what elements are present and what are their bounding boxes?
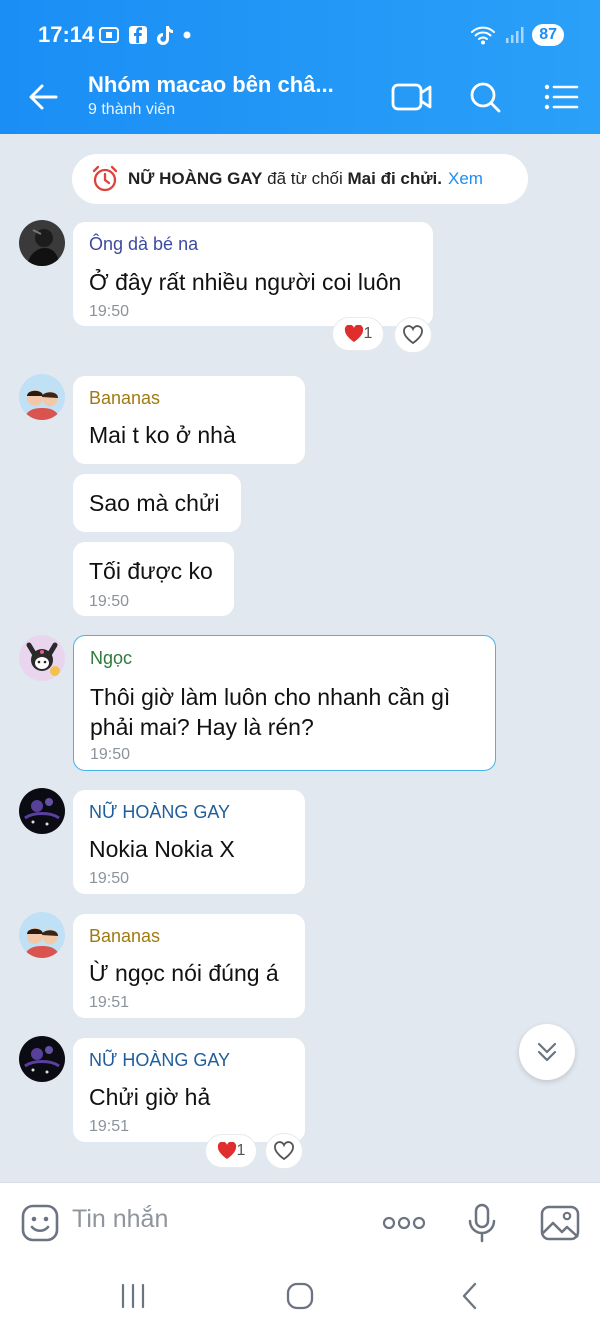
message-time: 19:51 xyxy=(89,994,130,1011)
recent-apps-button[interactable] xyxy=(113,1280,153,1312)
signal-icon xyxy=(506,27,524,43)
status-time: 17:14 xyxy=(38,22,95,47)
home-icon xyxy=(286,1282,314,1310)
sender-name: Bananas xyxy=(89,388,161,408)
message-bubble[interactable]: Tối được ko 19:50 xyxy=(73,542,234,616)
heart-outline-icon xyxy=(274,1141,294,1161)
message-text: Ừ ngọc nói đúng á xyxy=(89,960,279,986)
image-icon xyxy=(540,1205,580,1241)
message-bubble[interactable]: Bananas Ừ ngọc nói đúng á 19:51 xyxy=(73,914,305,1018)
search-icon xyxy=(470,82,501,113)
sender-name: Ngọc xyxy=(90,648,133,668)
image-button[interactable] xyxy=(538,1201,582,1245)
notice-target: Mai đi chửi. xyxy=(347,169,443,188)
avatar[interactable] xyxy=(19,912,65,958)
more-options-button[interactable] xyxy=(381,1201,427,1245)
dot-icon xyxy=(183,31,191,39)
back-arrow-icon xyxy=(29,84,58,110)
avatar[interactable] xyxy=(19,220,65,266)
message-bubble[interactable]: Bananas Mai t ko ở nhà xyxy=(73,376,305,464)
message-time: 19:50 xyxy=(89,593,130,610)
notice-text: đã từ chối xyxy=(267,169,343,188)
message-bubble[interactable]: Sao mà chửi xyxy=(73,474,241,532)
video-camera-icon xyxy=(391,83,432,111)
message-input-bar: Tin nhắn xyxy=(0,1182,600,1262)
message-text: Thôi giờ làm luôn cho nhanh cần gì xyxy=(90,684,451,710)
system-indicators: 87 xyxy=(470,22,564,48)
reaction-count: 1 xyxy=(236,1142,246,1159)
message-input[interactable]: Tin nhắn xyxy=(72,1205,168,1234)
message-text: Tối được ko xyxy=(89,558,213,584)
heart-reaction-icon xyxy=(217,1142,236,1159)
avatar[interactable] xyxy=(19,374,65,420)
react-button[interactable] xyxy=(395,318,431,352)
message-text: Chửi giờ hả xyxy=(89,1084,211,1110)
react-button[interactable] xyxy=(266,1134,302,1168)
avatar[interactable] xyxy=(19,635,65,681)
message-text: phải mai? Hay là rén? xyxy=(90,714,314,740)
chat-header: 17:14 87 Nhóm macao bên châ... 9 thành v… xyxy=(0,0,600,134)
message-text: Mai t ko ở nhà xyxy=(89,422,236,448)
search-button[interactable] xyxy=(464,78,506,116)
list-menu-icon xyxy=(544,84,579,110)
menu-button[interactable] xyxy=(540,78,582,116)
message-bubble[interactable]: NỮ HOÀNG GAY Nokia Nokia X 19:50 xyxy=(73,790,305,894)
notification-icons xyxy=(98,22,192,48)
sticker-button[interactable] xyxy=(18,1201,62,1245)
message-text: Sao mà chửi xyxy=(89,490,220,516)
message-time: 19:50 xyxy=(89,870,130,887)
message-text: Nokia Nokia X xyxy=(89,836,235,862)
video-call-button[interactable] xyxy=(391,78,433,116)
view-link[interactable]: Xem xyxy=(448,169,483,189)
reaction-badge[interactable]: 1 xyxy=(333,318,383,350)
facebook-icon xyxy=(129,26,147,44)
back-chevron-icon xyxy=(462,1282,477,1310)
microphone-icon xyxy=(468,1203,496,1243)
sender-name: Ông dà bé na xyxy=(89,234,199,254)
battery-level: 87 xyxy=(532,24,564,46)
system-nav-bar xyxy=(0,1262,600,1333)
voice-button[interactable] xyxy=(460,1201,504,1245)
chat-title[interactable]: Nhóm macao bên châ... xyxy=(88,72,334,98)
message-bubble[interactable]: Ông dà bé na Ở đây rất nhiều người coi l… xyxy=(73,222,433,326)
heart-reaction-icon xyxy=(344,325,363,342)
sender-name: NỮ HOÀNG GAY xyxy=(89,1050,231,1070)
scroll-to-bottom-button[interactable] xyxy=(519,1024,575,1080)
system-notice: NỮ HOÀNG GAY đã từ chối Mai đi chửi. Xem xyxy=(72,154,528,204)
reaction-count: 1 xyxy=(363,325,373,342)
recent-apps-icon xyxy=(121,1283,145,1309)
avatar[interactable] xyxy=(19,788,65,834)
message-time: 19:50 xyxy=(90,746,131,763)
emoji-icon xyxy=(21,1204,59,1242)
avatar[interactable] xyxy=(19,1036,65,1082)
home-button[interactable] xyxy=(280,1280,320,1312)
double-chevron-down-icon xyxy=(537,1042,557,1062)
more-dots-icon xyxy=(382,1216,426,1230)
message-text: Ở đây rất nhiều người coi luôn xyxy=(89,269,402,295)
reaction-badge[interactable]: 1 xyxy=(206,1135,256,1167)
back-nav-button[interactable] xyxy=(450,1280,490,1312)
notice-actor: NỮ HOÀNG GAY xyxy=(128,169,263,188)
status-bar: 17:14 87 xyxy=(0,0,600,68)
sender-name: Bananas xyxy=(89,926,161,946)
alarm-clock-icon xyxy=(90,164,120,194)
screenshot-icon xyxy=(99,27,119,43)
back-button[interactable] xyxy=(24,80,64,114)
message-bubble[interactable]: NỮ HOÀNG GAY Chửi giờ hả 19:51 xyxy=(73,1038,305,1142)
message-bubble[interactable]: Ngọc Thôi giờ làm luôn cho nhanh cần gì … xyxy=(73,635,496,771)
wifi-icon xyxy=(471,26,496,45)
message-time: 19:51 xyxy=(89,1118,130,1135)
member-count[interactable]: 9 thành viên xyxy=(88,101,175,119)
tiktok-icon xyxy=(157,26,173,45)
message-time: 19:50 xyxy=(89,303,130,320)
sender-name: NỮ HOÀNG GAY xyxy=(89,802,231,822)
heart-outline-icon xyxy=(403,325,423,345)
